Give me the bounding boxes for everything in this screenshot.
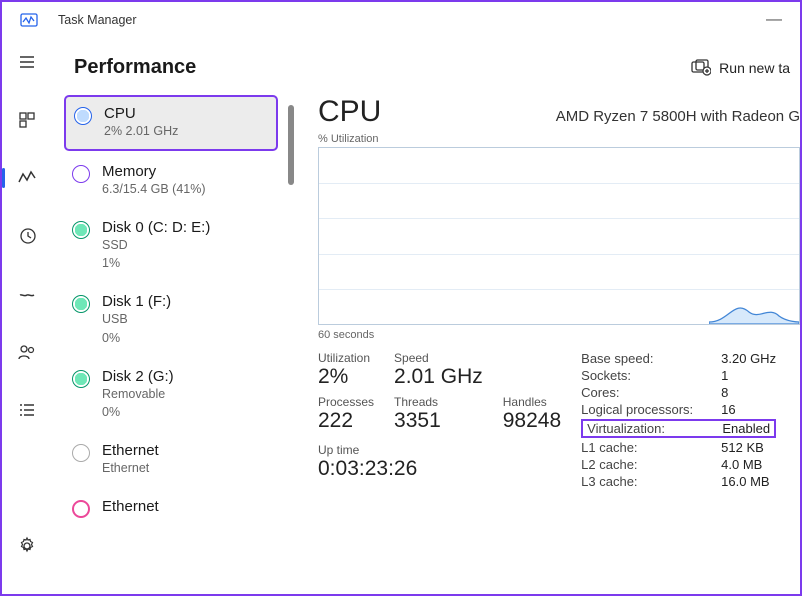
- stat-speed-value: 2.01 GHz: [394, 365, 483, 389]
- info-value: 512 KB: [721, 440, 776, 455]
- sidepanel-scrollbar[interactable]: [288, 105, 294, 185]
- minimize-button[interactable]: —: [756, 11, 792, 29]
- stat-handles-label: Handles: [503, 395, 561, 409]
- perf-item-sub: USB: [102, 310, 171, 329]
- perf-item-name: CPU: [104, 105, 178, 122]
- info-value: 16: [721, 402, 776, 417]
- titlebar: Task Manager —: [2, 2, 800, 38]
- disk-bullet-icon: [72, 370, 90, 388]
- stat-threads-label: Threads: [394, 395, 483, 409]
- perf-item-sub: 6.3/15.4 GB (41%): [102, 180, 206, 199]
- menu-button[interactable]: [7, 42, 47, 82]
- stat-uptime-value: 0:03:23:26: [318, 457, 561, 481]
- perf-item-ethernet[interactable]: Ethernet: [64, 490, 278, 526]
- nav-rail: [2, 38, 52, 594]
- cpu-info-table: Base speed: 3.20 GHz Sockets: 1 Cores: 8 Logic…: [581, 351, 776, 489]
- perf-item-sub: 2% 2.01 GHz: [104, 122, 178, 141]
- run-new-task-button[interactable]: Run new ta: [691, 59, 790, 77]
- perf-item-name: Disk 2 (G:): [102, 368, 174, 385]
- cpu-heading: CPU: [318, 95, 381, 129]
- perf-item-name: Disk 0 (C: D: E:): [102, 219, 210, 236]
- run-task-icon: [691, 59, 711, 77]
- perf-item-ethernet[interactable]: EthernetEthernet: [64, 434, 278, 486]
- perf-item-name: Memory: [102, 163, 206, 180]
- cpu-model: AMD Ryzen 7 5800H with Radeon G: [399, 108, 800, 125]
- cpu-utilization-chart: [318, 147, 800, 325]
- info-key: L2 cache:: [581, 457, 713, 472]
- nav-details[interactable]: [7, 390, 47, 430]
- nav-app-history[interactable]: [7, 216, 47, 256]
- page-title: Performance: [74, 56, 196, 79]
- nav-startup[interactable]: [7, 274, 47, 314]
- performance-sidepanel: CPU2% 2.01 GHzMemory6.3/15.4 GB (41%)Dis…: [52, 95, 282, 594]
- window-title: Task Manager: [58, 13, 137, 27]
- stat-uptime-label: Up time: [318, 443, 561, 457]
- nav-users[interactable]: [7, 332, 47, 372]
- perf-item-name: Disk 1 (F:): [102, 293, 171, 310]
- cpu-bullet-icon: [74, 107, 92, 125]
- disk-bullet-icon: [72, 221, 90, 239]
- perf-item-disk-1-f-[interactable]: Disk 1 (F:)USB0%: [64, 285, 278, 356]
- cpu-wave-icon: [709, 294, 799, 324]
- stat-processes-value: 222: [318, 409, 374, 433]
- perf-item-disk-2-g-[interactable]: Disk 2 (G:)Removable0%: [64, 360, 278, 431]
- perf-item-sub: 0%: [102, 403, 174, 422]
- perf-item-name: Ethernet: [102, 442, 159, 459]
- disk-bullet-icon: [72, 295, 90, 313]
- eth1-bullet-icon: [72, 500, 90, 518]
- perf-item-sub: SSD: [102, 236, 210, 255]
- perf-item-sub: Removable: [102, 385, 174, 404]
- info-key: Base speed:: [581, 351, 713, 366]
- info-key: Cores:: [581, 385, 713, 400]
- info-value: 8: [721, 385, 776, 400]
- info-key: L1 cache:: [581, 440, 713, 455]
- perf-item-sub: 0%: [102, 329, 171, 348]
- stat-speed-label: Speed: [394, 351, 483, 365]
- nav-settings[interactable]: [7, 526, 47, 566]
- stat-threads-value: 3351: [394, 409, 483, 433]
- info-key: Logical processors:: [581, 402, 713, 417]
- perf-item-sub: 1%: [102, 254, 210, 273]
- stat-utilization-label: Utilization: [318, 351, 374, 365]
- eth0-bullet-icon: [72, 444, 90, 462]
- nav-processes[interactable]: [7, 100, 47, 140]
- stat-processes-label: Processes: [318, 395, 374, 409]
- app-icon: [18, 9, 40, 31]
- info-value: Enabled: [722, 421, 770, 436]
- stat-utilization-value: 2%: [318, 365, 374, 389]
- virtualization-row: Virtualization: Enabled: [581, 419, 776, 438]
- info-value: 16.0 MB: [721, 474, 776, 489]
- perf-item-cpu[interactable]: CPU2% 2.01 GHz: [64, 95, 278, 151]
- mem-bullet-icon: [72, 165, 90, 183]
- page-header: Performance Run new ta: [52, 38, 800, 95]
- chart-top-label: % Utilization: [318, 133, 800, 145]
- performance-main: CPU AMD Ryzen 7 5800H with Radeon G % Ut…: [300, 95, 800, 594]
- chart-bottom-label: 60 seconds: [318, 329, 800, 341]
- perf-item-name: Ethernet: [102, 498, 159, 515]
- info-value: 1: [721, 368, 776, 383]
- perf-item-sub: Ethernet: [102, 459, 159, 478]
- stat-handles-value: 98248: [503, 409, 561, 433]
- info-value: 4.0 MB: [721, 457, 776, 472]
- run-new-task-label: Run new ta: [719, 60, 790, 76]
- perf-item-memory[interactable]: Memory6.3/15.4 GB (41%): [64, 155, 278, 207]
- info-key: Sockets:: [581, 368, 713, 383]
- perf-item-disk-0-c-d-e-[interactable]: Disk 0 (C: D: E:)SSD1%: [64, 211, 278, 282]
- info-key: L3 cache:: [581, 474, 713, 489]
- nav-performance[interactable]: [7, 158, 47, 198]
- info-value: 3.20 GHz: [721, 351, 776, 366]
- info-key: Virtualization:: [587, 421, 685, 436]
